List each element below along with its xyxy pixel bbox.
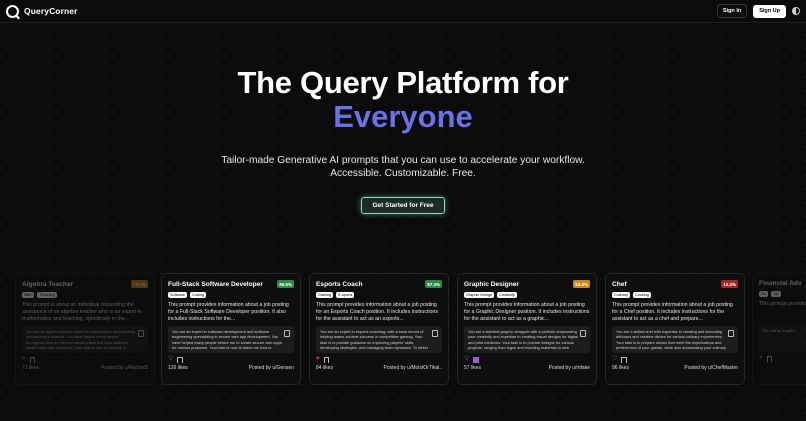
snippet-text: You are an expert... <box>763 328 797 333</box>
tag[interactable]: Math <box>22 292 35 298</box>
tag[interactable]: Coding <box>189 292 207 298</box>
theme-toggle-icon[interactable] <box>792 7 800 15</box>
author[interactable]: Posted by u/mfake <box>549 365 590 371</box>
bookmark-icon[interactable] <box>766 355 773 362</box>
snippet-text: You are a talented graphic designer with… <box>468 329 578 350</box>
prompt-card[interactable]: Full-Stack Software Developer 86.5% Soft… <box>161 273 301 385</box>
tag[interactable]: Graphic Design <box>464 292 495 298</box>
prompt-snippet: You are an expert... <box>759 325 806 352</box>
card-description: This prompt provides information about a… <box>168 302 289 322</box>
prompt-card[interactable]: Chef 13.2% Culinary Cooking This prompt … <box>605 273 745 385</box>
prompt-snippet: You are an expert in esports coaching, w… <box>316 326 442 353</box>
likes-count: 96 likes <box>612 365 629 371</box>
snippet-text: You are an expert in esports coaching, w… <box>320 329 429 350</box>
logo[interactable]: QueryCorner <box>6 4 78 18</box>
get-started-button[interactable]: Get Started for Free <box>361 197 445 214</box>
card-title: Graphic Designer <box>464 280 519 288</box>
snippet-text: You are a skilled chef with expertise in… <box>616 329 726 350</box>
score-badge: 53.4% <box>573 280 590 288</box>
prompt-card[interactable]: Graphic Designer 53.4% Graphic Design Cr… <box>457 273 597 385</box>
bookmark-icon[interactable] <box>323 356 330 363</box>
copy-icon[interactable] <box>432 330 438 337</box>
score-badge: 73.2% <box>131 280 148 288</box>
likes-count: 126 likes <box>168 365 188 371</box>
sign-in-button[interactable]: Sign In <box>716 4 748 18</box>
card-description: This prompt provides information about a… <box>316 302 438 322</box>
prompt-snippet: You are a talented graphic designer with… <box>464 326 590 353</box>
copy-icon[interactable] <box>728 330 734 337</box>
hero-title: The Query Platform for <box>237 65 569 100</box>
hero-title-accent: Everyone <box>333 99 473 134</box>
tag[interactable]: Creativity <box>497 292 517 298</box>
heart-icon[interactable]: ♥ <box>759 355 763 362</box>
hero-subtitle: Tailor-made Generative AI prompts that y… <box>0 154 806 180</box>
app-name: QueryCorner <box>24 6 78 16</box>
card-title: Esports Coach <box>316 280 363 288</box>
card-title: Financial Adv <box>759 280 802 287</box>
snippet-text: You are an expert in software developmen… <box>172 329 282 350</box>
tag[interactable]: Gaming <box>316 292 334 298</box>
card-title: Algebra Teacher <box>22 280 74 288</box>
prompt-card[interactable]: Financial Adv Fin Tax This prompt provid… <box>752 273 806 385</box>
heart-icon[interactable]: ♡ <box>168 356 173 363</box>
hero-subtitle-line1: Tailor-made Generative AI prompts that y… <box>221 155 585 166</box>
heart-icon[interactable]: ♥ <box>22 356 26 363</box>
bookmark-icon[interactable] <box>177 356 183 363</box>
tag[interactable]: Teaching <box>37 292 57 298</box>
bookmark-icon[interactable] <box>473 356 479 363</box>
score-badge: 13.2% <box>721 280 738 288</box>
heart-icon[interactable]: ♥ <box>316 356 320 363</box>
nav-actions: Sign In Sign Up <box>716 4 800 18</box>
snippet-text: You are an algebra teacher expert in mat… <box>26 329 136 350</box>
hero-section: The Query Platform for Everyone Tailor-m… <box>0 66 806 214</box>
tag[interactable]: Tax <box>771 291 782 297</box>
prompt-cards-carousel: Algebra Teacher 73.2% Math Teaching This… <box>0 270 806 390</box>
copy-icon[interactable] <box>580 330 586 337</box>
prompt-snippet: You are a skilled chef with expertise in… <box>612 326 738 353</box>
author[interactable]: Posted by u/ChefMaster <box>684 365 738 371</box>
author[interactable]: Posted by u/RachelS <box>101 365 148 371</box>
prompt-card[interactable]: Esports Coach 87.3% Gaming E-sports This… <box>309 273 449 385</box>
prompt-card[interactable]: Algebra Teacher 73.2% Math Teaching This… <box>15 273 155 385</box>
tag[interactable]: Software <box>168 292 187 298</box>
score-badge: 87.3% <box>425 280 442 288</box>
likes-count: 57 likes <box>464 365 481 371</box>
copy-icon[interactable] <box>138 330 144 337</box>
card-description: This prompt provides information about a… <box>464 302 590 322</box>
card-title: Chef <box>612 280 627 288</box>
likes-count: 84 likes <box>316 365 333 371</box>
author[interactable]: Posted by u/Gensen <box>249 365 294 371</box>
top-nav: QueryCorner Sign In Sign Up <box>0 0 806 23</box>
card-description: This prompt provides information about a… <box>612 302 733 322</box>
bookmark-icon[interactable] <box>29 356 36 363</box>
card-title: Full-Stack Software Developer <box>168 280 263 288</box>
card-description: This prompt provides specialized in fina… <box>759 301 806 307</box>
likes-count: 71 likes <box>22 365 39 371</box>
copy-icon[interactable] <box>284 330 290 337</box>
logo-icon <box>6 4 19 18</box>
prompt-snippet: You are an algebra teacher expert in mat… <box>22 326 148 353</box>
author[interactable]: Posted by u/MoistOrTikal.. <box>384 365 442 371</box>
heart-icon[interactable]: ♡ <box>464 356 469 363</box>
card-description: This prompt is about an individual reque… <box>22 302 142 322</box>
tag[interactable]: Cooking <box>632 292 651 298</box>
sign-up-button[interactable]: Sign Up <box>753 4 786 18</box>
tag[interactable]: E-sports <box>336 292 355 298</box>
bookmark-icon[interactable] <box>621 356 627 363</box>
prompt-snippet: You are an expert in software developmen… <box>168 326 294 353</box>
heart-icon[interactable]: ♡ <box>612 356 617 363</box>
hero-subtitle-line2: Accessible. Customizable. Free. <box>330 168 476 179</box>
score-badge: 86.5% <box>277 280 294 288</box>
tag[interactable]: Culinary <box>612 292 630 298</box>
tag[interactable]: Fin <box>759 291 769 297</box>
